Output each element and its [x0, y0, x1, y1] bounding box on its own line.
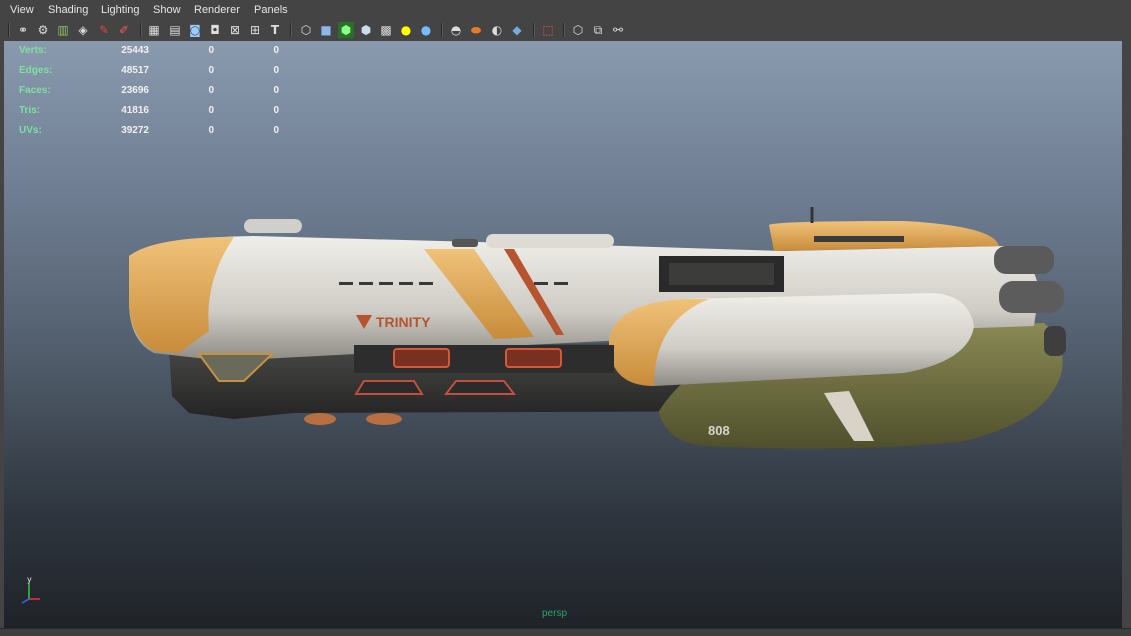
- screen-space-ao-icon[interactable]: ◓: [448, 22, 464, 38]
- viewport-toolbar: ⚭ ⚙ ▥ ◈ ✎ ✐ ▦ ▤ ◙ ◘ ⊠ ⊞ T ⬡ ■ ⬢ ⬢ ▩ ● ● …: [0, 20, 1131, 41]
- menu-lighting[interactable]: Lighting: [101, 4, 140, 16]
- spaceship-model[interactable]: TRINITY 808: [4, 41, 1122, 628]
- depth-of-field-icon[interactable]: ◆: [509, 22, 525, 38]
- menu-view[interactable]: View: [10, 4, 34, 16]
- wireframe-icon[interactable]: ⬡: [298, 22, 314, 38]
- grid-icon[interactable]: ▦: [146, 22, 162, 38]
- camera-select-icon[interactable]: ⚭: [15, 22, 31, 38]
- menu-panels[interactable]: Panels: [254, 4, 288, 16]
- hull-logo-text: TRINITY: [376, 314, 431, 330]
- menu-bar: View Shading Lighting Show Renderer Pane…: [0, 0, 1131, 20]
- xray-joints-icon[interactable]: ⧉: [590, 22, 606, 38]
- motion-blur-icon[interactable]: ⬬: [468, 22, 484, 38]
- isolate-select-icon[interactable]: ⬡: [570, 22, 586, 38]
- perspective-viewport[interactable]: Verts: 25443 0 0 Edges: 48517 0 0 Faces:…: [4, 41, 1122, 628]
- axis-y-label: y: [27, 575, 32, 584]
- menu-renderer[interactable]: Renderer: [194, 4, 240, 16]
- multisample-aa-icon[interactable]: ◐: [489, 22, 505, 38]
- default-material-icon[interactable]: ⬢: [358, 22, 374, 38]
- 2d-pan-zoom-icon[interactable]: ✐: [116, 22, 132, 38]
- xray-icon[interactable]: ⬚: [540, 22, 556, 38]
- camera-name-label: persp: [542, 608, 568, 619]
- menu-show[interactable]: Show: [153, 4, 181, 16]
- safe-title-icon[interactable]: T: [267, 22, 283, 38]
- grease-pencil-icon[interactable]: ✎: [96, 22, 112, 38]
- camera-attributes-icon[interactable]: ⚙: [35, 22, 51, 38]
- hull-number-text: 808: [708, 423, 730, 438]
- viewport-right-border: [1122, 41, 1131, 628]
- image-plane-icon[interactable]: ◈: [75, 22, 91, 38]
- wireframe-on-shaded-icon[interactable]: ⬢: [338, 22, 354, 38]
- bookmark-icon[interactable]: ▥: [55, 22, 71, 38]
- resolution-gate-icon[interactable]: ◙: [187, 22, 203, 38]
- menu-shading[interactable]: Shading: [48, 4, 88, 16]
- gate-mask-icon[interactable]: ◘: [207, 22, 223, 38]
- xray-components-icon[interactable]: ⚯: [610, 22, 626, 38]
- field-chart-icon[interactable]: ⊠: [227, 22, 243, 38]
- use-lights-icon[interactable]: ●: [398, 22, 414, 38]
- smooth-shade-icon[interactable]: ■: [318, 22, 334, 38]
- shadows-icon[interactable]: ●: [418, 22, 434, 38]
- textured-icon[interactable]: ▩: [378, 22, 394, 38]
- safe-action-icon[interactable]: ⊞: [247, 22, 263, 38]
- view-axis-indicator: y: [21, 575, 40, 604]
- film-gate-icon[interactable]: ▤: [167, 22, 183, 38]
